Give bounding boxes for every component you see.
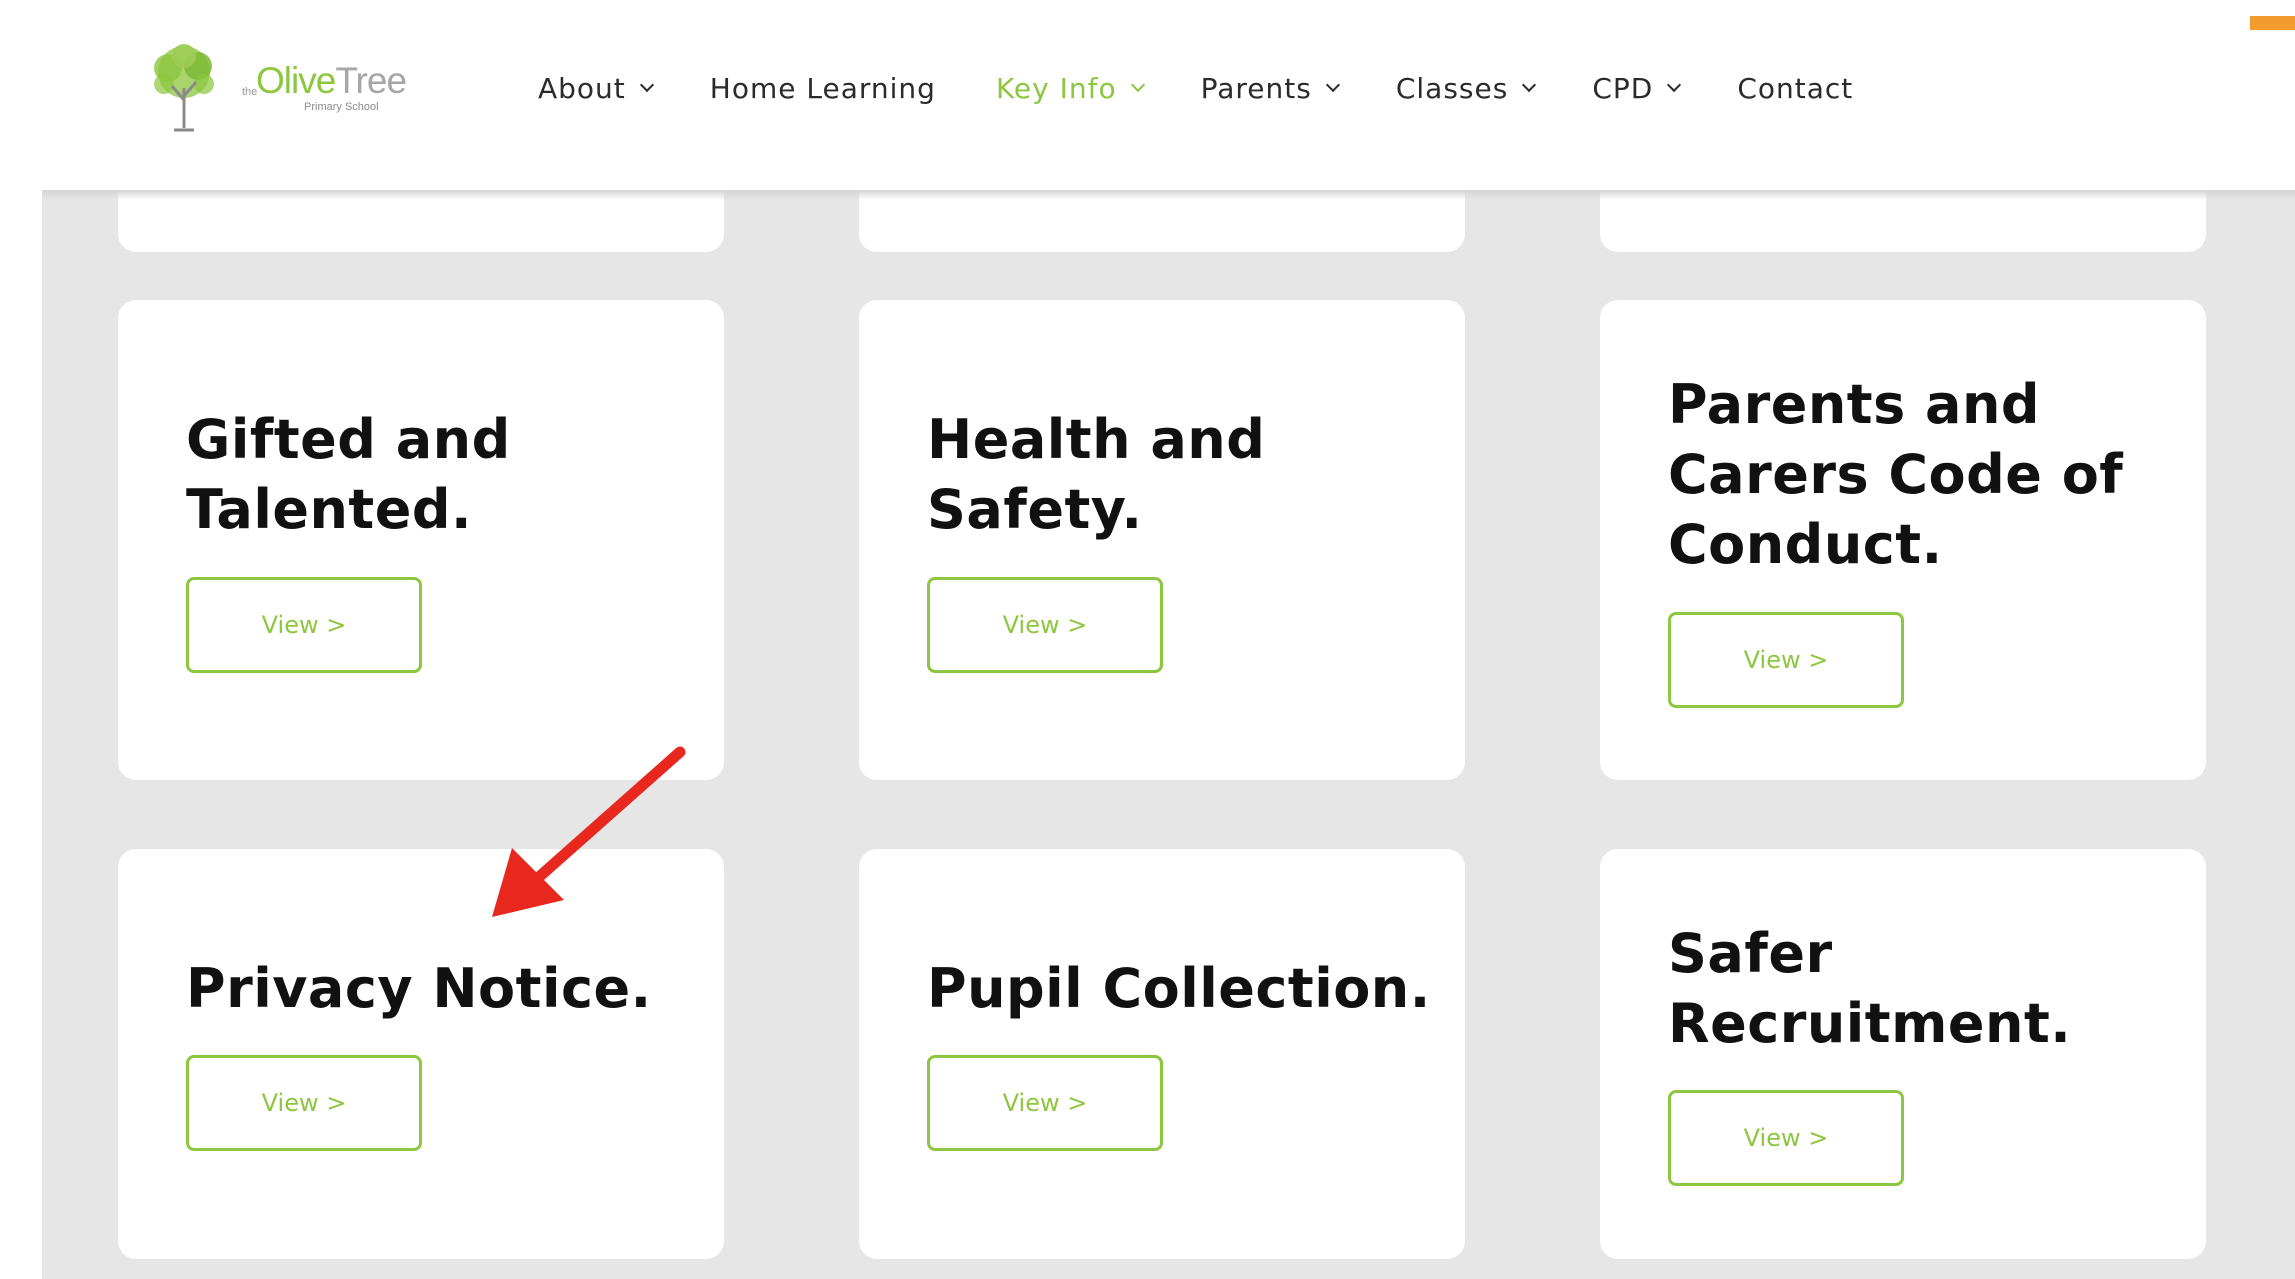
logo-wordmark-olive: Olive (256, 60, 336, 101)
card-title: Health and Safety. (927, 408, 1266, 541)
logo-wordmark: OliveTree (256, 60, 407, 102)
view-button[interactable]: View > (186, 1055, 422, 1151)
nav-item-key-info[interactable]: Key Info (995, 71, 1145, 105)
nav-item-label: Home Learning (709, 71, 936, 105)
red-arrow-icon (492, 746, 686, 917)
nav-item-classes[interactable]: Classes (1395, 71, 1537, 105)
nav-item-label: Parents (1200, 71, 1312, 105)
view-button[interactable]: View > (1668, 612, 1904, 708)
card-gifted-and-talented: Gifted and Talented. View > (118, 300, 724, 780)
card-parents-carers-code-of-conduct: Parents and Carers Code of Conduct. View… (1600, 300, 2206, 780)
card-pupil-collection: Pupil Collection. View > (859, 849, 1465, 1259)
chevron-down-icon (1325, 77, 1340, 93)
view-button[interactable]: View > (927, 1055, 1163, 1151)
nav-item-contact[interactable]: Contact (1737, 72, 1853, 105)
card-health-and-safety: Health and Safety. View > (859, 300, 1465, 780)
logo-prefix: the (242, 86, 258, 98)
chevron-down-icon (1130, 77, 1145, 93)
card-safer-recruitment: Safer Recruitment. View > (1600, 849, 2206, 1259)
chevron-down-icon (639, 77, 654, 93)
view-button[interactable]: View > (927, 577, 1163, 673)
view-button[interactable]: View > (1668, 1090, 1904, 1186)
chevron-down-icon (1522, 77, 1537, 93)
nav-item-label: Classes (1395, 71, 1509, 105)
page: the OliveTree Primary School About Home … (0, 0, 2295, 1279)
chevron-down-icon (1667, 77, 1682, 93)
nav-item-home-learning[interactable]: Home Learning (710, 72, 936, 105)
site-logo[interactable]: the OliveTree Primary School (134, 38, 407, 138)
logo-subtitle: Primary School (304, 101, 379, 113)
logo-wordmark-tree: Tree (335, 60, 407, 101)
main-content: Gifted and Talented. View > Health and S… (42, 190, 2295, 1279)
card-title: Privacy Notice. (186, 957, 652, 1020)
card-title: Parents and Carers Code of Conduct. (1668, 373, 2124, 576)
nav-item-label: Key Info (995, 71, 1117, 105)
main-nav: About Home Learning Key Info Parents Cla… (538, 66, 1853, 110)
nav-item-label: Contact (1737, 71, 1854, 105)
card-title: Pupil Collection. (927, 957, 1431, 1020)
nav-item-label: CPD (1592, 71, 1654, 105)
site-header: the OliveTree Primary School About Home … (0, 0, 2295, 190)
orange-tab-marker (2250, 16, 2295, 30)
header-shadow (42, 190, 2295, 200)
olive-tree-icon (154, 44, 214, 132)
nav-item-about[interactable]: About (538, 71, 654, 105)
nav-item-label: About (538, 71, 626, 105)
nav-item-cpd[interactable]: CPD (1592, 71, 1682, 105)
view-button[interactable]: View > (186, 577, 422, 673)
card-title: Safer Recruitment. (1668, 922, 2072, 1055)
nav-item-parents[interactable]: Parents (1200, 71, 1340, 105)
card-title: Gifted and Talented. (186, 408, 511, 541)
